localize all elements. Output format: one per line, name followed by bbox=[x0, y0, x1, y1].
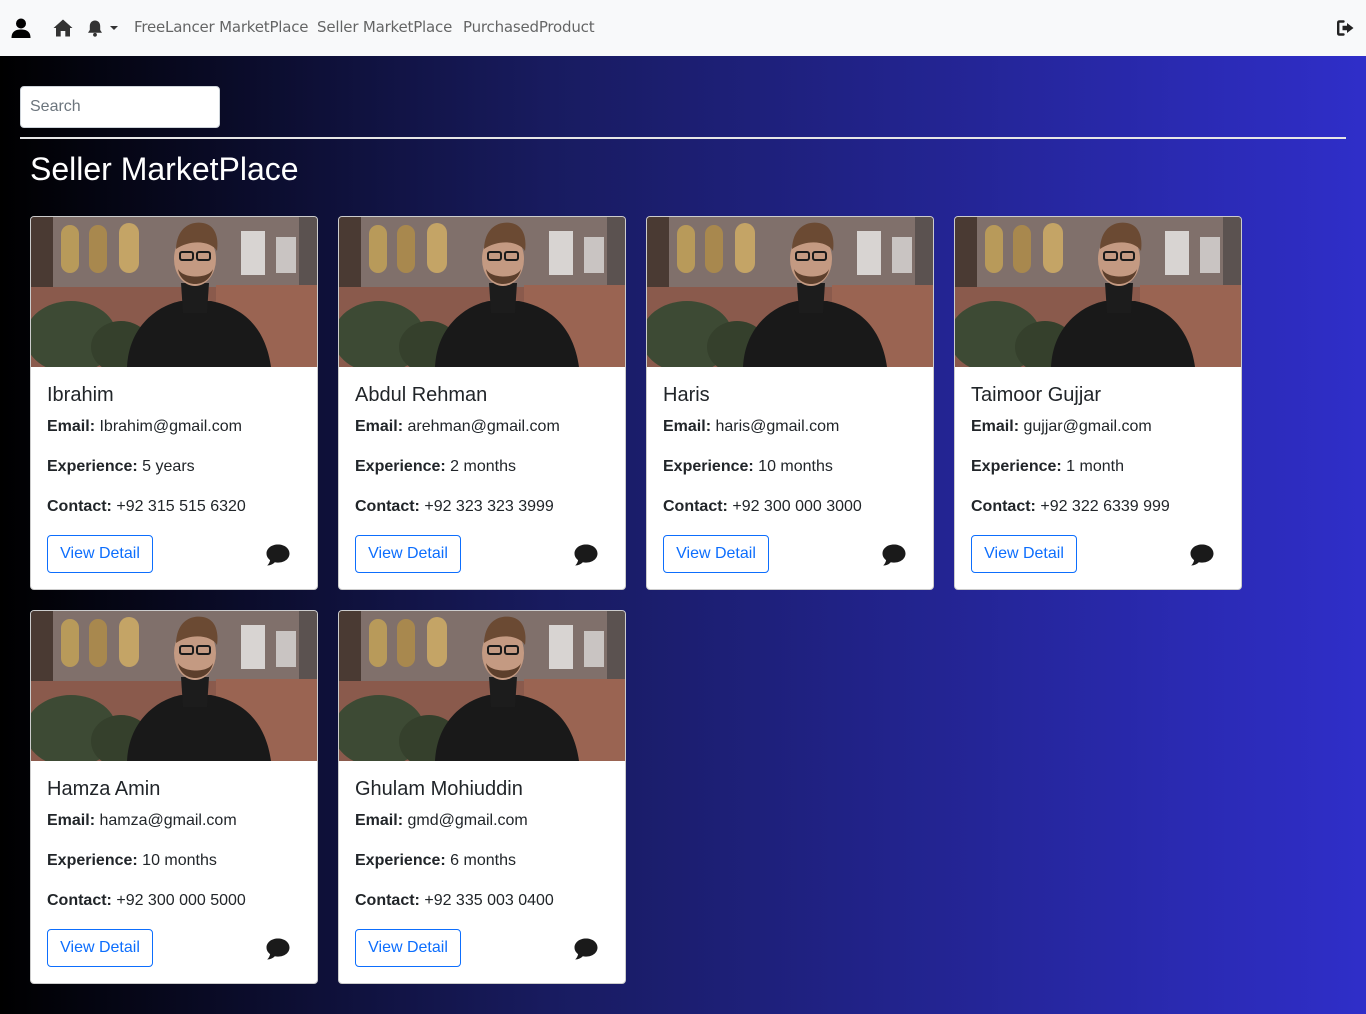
seller-experience: Experience: 2 months bbox=[355, 457, 516, 477]
seller-card: Haris Email: haris@gmail.com Experience:… bbox=[646, 216, 934, 590]
contact-value: +92 322 6339 999 bbox=[1040, 498, 1170, 515]
seller-contact: Contact: +92 315 515 6320 bbox=[47, 497, 246, 517]
seller-contact: Contact: +92 335 003 0400 bbox=[355, 891, 554, 911]
email-label: Email: bbox=[663, 418, 712, 435]
chat-icon[interactable] bbox=[881, 543, 907, 567]
seller-card: Taimoor Gujjar Email: gujjar@gmail.com E… bbox=[954, 216, 1242, 590]
view-detail-button[interactable]: View Detail bbox=[971, 535, 1077, 573]
experience-label: Experience: bbox=[47, 458, 138, 475]
nav-link-freelancer-marketplace[interactable]: FreeLancer MarketPlace bbox=[134, 18, 309, 36]
seller-email: Email: gujjar@gmail.com bbox=[971, 417, 1152, 437]
seller-contact: Contact: +92 322 6339 999 bbox=[971, 497, 1170, 517]
experience-label: Experience: bbox=[663, 458, 754, 475]
contact-label: Contact: bbox=[971, 498, 1036, 515]
search-input[interactable] bbox=[20, 86, 220, 128]
experience-value: 6 months bbox=[450, 852, 516, 869]
email-label: Email: bbox=[355, 418, 404, 435]
seller-photo bbox=[647, 217, 933, 367]
bell-icon bbox=[88, 20, 102, 37]
divider bbox=[20, 137, 1346, 139]
main-content: Seller MarketPlace Ibrahim Email: Ibra bbox=[0, 56, 1366, 1014]
experience-label: Experience: bbox=[971, 458, 1062, 475]
view-detail-button[interactable]: View Detail bbox=[663, 535, 769, 573]
seller-card: Hamza Amin Email: hamza@gmail.com Experi… bbox=[30, 610, 318, 984]
experience-label: Experience: bbox=[355, 852, 446, 869]
seller-photo bbox=[955, 217, 1241, 367]
chat-icon[interactable] bbox=[265, 543, 291, 567]
seller-experience: Experience: 10 months bbox=[663, 457, 833, 477]
email-label: Email: bbox=[47, 812, 96, 829]
caret-down-icon bbox=[110, 26, 118, 30]
email-value: gmd@gmail.com bbox=[407, 812, 528, 829]
seller-experience: Experience: 6 months bbox=[355, 851, 516, 871]
seller-photo bbox=[339, 217, 625, 367]
seller-card: Ibrahim Email: Ibrahim@gmail.com Experie… bbox=[30, 216, 318, 590]
seller-name: Ghulam Mohiuddin bbox=[355, 778, 523, 800]
notifications-dropdown[interactable] bbox=[86, 0, 120, 56]
experience-value: 1 month bbox=[1066, 458, 1124, 475]
seller-name: Taimoor Gujjar bbox=[971, 384, 1102, 406]
experience-value: 5 years bbox=[142, 458, 195, 475]
nav-link-seller-marketplace[interactable]: Seller MarketPlace bbox=[317, 18, 452, 36]
page-title: Seller MarketPlace bbox=[30, 151, 299, 187]
seller-experience: Experience: 1 month bbox=[971, 457, 1124, 477]
seller-name: Ibrahim bbox=[47, 384, 114, 406]
email-value: Ibrahim@gmail.com bbox=[99, 418, 242, 435]
email-label: Email: bbox=[971, 418, 1020, 435]
seller-contact: Contact: +92 300 000 5000 bbox=[47, 891, 246, 911]
nav-link-purchased-product[interactable]: PurchasedProduct bbox=[463, 18, 595, 36]
contact-value: +92 300 000 3000 bbox=[732, 498, 862, 515]
seller-card: Abdul Rehman Email: arehman@gmail.com Ex… bbox=[338, 216, 626, 590]
seller-photo bbox=[31, 217, 317, 367]
chat-icon[interactable] bbox=[573, 937, 599, 961]
contact-value: +92 335 003 0400 bbox=[424, 892, 554, 909]
contact-value: +92 323 323 3999 bbox=[424, 498, 554, 515]
experience-value: 2 months bbox=[450, 458, 516, 475]
seller-name: Hamza Amin bbox=[47, 778, 161, 800]
contact-value: +92 315 515 6320 bbox=[116, 498, 246, 515]
email-value: gujjar@gmail.com bbox=[1023, 418, 1152, 435]
view-detail-button[interactable]: View Detail bbox=[47, 535, 153, 573]
experience-label: Experience: bbox=[355, 458, 446, 475]
chat-icon[interactable] bbox=[265, 937, 291, 961]
seller-photo bbox=[31, 611, 317, 761]
view-detail-button[interactable]: View Detail bbox=[47, 929, 153, 967]
seller-email: Email: gmd@gmail.com bbox=[355, 811, 528, 831]
user-icon[interactable] bbox=[8, 0, 34, 56]
contact-label: Contact: bbox=[47, 498, 112, 515]
chat-icon[interactable] bbox=[573, 543, 599, 567]
seller-contact: Contact: +92 323 323 3999 bbox=[355, 497, 554, 517]
top-navbar: FreeLancer MarketPlace Seller MarketPlac… bbox=[0, 0, 1366, 56]
home-icon[interactable] bbox=[52, 0, 74, 56]
seller-name: Haris bbox=[663, 384, 710, 406]
email-value: haris@gmail.com bbox=[715, 418, 840, 435]
seller-photo bbox=[339, 611, 625, 761]
seller-experience: Experience: 10 months bbox=[47, 851, 217, 871]
seller-name: Abdul Rehman bbox=[355, 384, 488, 406]
seller-card: Ghulam Mohiuddin Email: gmd@gmail.com Ex… bbox=[338, 610, 626, 984]
contact-label: Contact: bbox=[47, 892, 112, 909]
seller-experience: Experience: 5 years bbox=[47, 457, 195, 477]
view-detail-button[interactable]: View Detail bbox=[355, 535, 461, 573]
contact-label: Contact: bbox=[663, 498, 728, 515]
email-value: arehman@gmail.com bbox=[407, 418, 560, 435]
seller-email: Email: hamza@gmail.com bbox=[47, 811, 237, 831]
email-label: Email: bbox=[47, 418, 96, 435]
email-value: hamza@gmail.com bbox=[99, 812, 237, 829]
contact-label: Contact: bbox=[355, 498, 420, 515]
experience-value: 10 months bbox=[142, 852, 217, 869]
contact-label: Contact: bbox=[355, 892, 420, 909]
chat-icon[interactable] bbox=[1189, 543, 1215, 567]
experience-label: Experience: bbox=[47, 852, 138, 869]
email-label: Email: bbox=[355, 812, 404, 829]
seller-email: Email: haris@gmail.com bbox=[663, 417, 839, 437]
seller-email: Email: Ibrahim@gmail.com bbox=[47, 417, 242, 437]
logout-icon[interactable] bbox=[1336, 0, 1356, 56]
experience-value: 10 months bbox=[758, 458, 833, 475]
view-detail-button[interactable]: View Detail bbox=[355, 929, 461, 967]
seller-email: Email: arehman@gmail.com bbox=[355, 417, 560, 437]
contact-value: +92 300 000 5000 bbox=[116, 892, 246, 909]
seller-contact: Contact: +92 300 000 3000 bbox=[663, 497, 862, 517]
